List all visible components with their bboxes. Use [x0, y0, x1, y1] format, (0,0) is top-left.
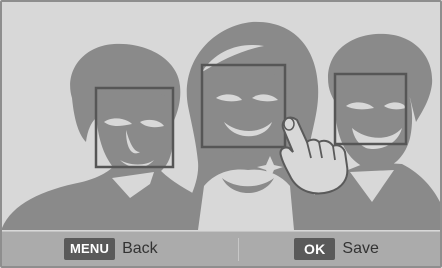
person-center-silhouette — [178, 21, 328, 230]
ok-key-badge: OK — [294, 238, 336, 260]
photo-preview — [2, 2, 440, 266]
bar-divider — [238, 238, 239, 261]
save-label: Save — [342, 240, 379, 257]
save-button[interactable]: OK Save — [294, 232, 379, 266]
camera-screen: MENU Back OK Save — [0, 0, 442, 268]
back-button[interactable]: MENU Back — [64, 232, 158, 266]
menu-key-badge: MENU — [64, 238, 116, 260]
back-label: Back — [122, 240, 158, 257]
bottom-action-bar: MENU Back OK Save — [2, 231, 440, 266]
